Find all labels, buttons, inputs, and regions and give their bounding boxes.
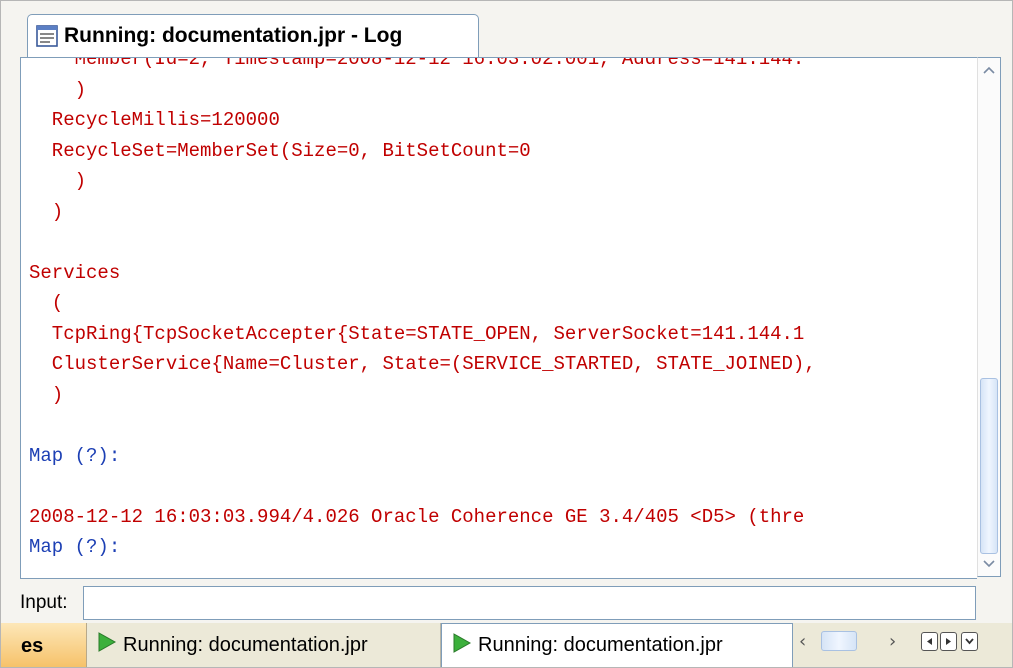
log-line: RecycleMillis=120000 <box>29 109 280 131</box>
tab-log[interactable]: Running: documentation.jpr - Log <box>27 14 479 57</box>
tab-running-1-label: Running: documentation.jpr <box>123 633 368 656</box>
log-line: Member(Id=2, Timestamp=2008-12-12 16:03:… <box>29 57 805 70</box>
tab-running-2-label: Running: documentation.jpr <box>478 634 723 656</box>
tab-nav-right-icon[interactable] <box>940 632 957 651</box>
log-line: ) <box>29 383 64 406</box>
vertical-scroll-thumb[interactable] <box>980 378 998 554</box>
log-line: ) <box>29 200 64 223</box>
tab-partial[interactable]: es <box>1 623 87 667</box>
log-document-icon <box>36 24 60 48</box>
scroll-down-icon[interactable] <box>978 552 1000 576</box>
tab-list-dropdown-icon[interactable] <box>961 632 978 651</box>
log-line: Map (?): <box>29 444 121 467</box>
input-label: Input: <box>20 592 68 613</box>
tab-running-1[interactable]: Running: documentation.jpr <box>87 623 441 667</box>
log-line: TcpRing{TcpSocketAccepter{State=STATE_OP… <box>29 322 805 345</box>
log-line: ) <box>29 78 87 101</box>
input-row: Input: <box>1 586 1012 622</box>
scroll-right-icon[interactable]: › <box>889 631 896 652</box>
log-line: Map (?): <box>29 536 121 558</box>
log-line: Services <box>29 261 121 284</box>
run-arrow-icon <box>97 631 117 659</box>
run-arrow-icon <box>452 632 472 660</box>
log-line: ClusterService{Name=Cluster, State=(SERV… <box>29 353 816 375</box>
bottom-tab-bar: es Running: documentation.jpr Running: d… <box>1 623 1012 667</box>
log-line: ( <box>29 292 64 314</box>
vertical-scrollbar[interactable] <box>977 57 1001 577</box>
log-lines: Member(Id=2, Timestamp=2008-12-12 16:03:… <box>21 57 977 563</box>
tab-running-2[interactable]: Running: documentation.jpr <box>441 623 793 667</box>
log-output[interactable]: Member(Id=2, Timestamp=2008-12-12 16:03:… <box>20 57 977 579</box>
tab-nav-left-icon[interactable] <box>921 632 938 651</box>
log-line: 2008-12-12 16:03:03.994/4.026 Oracle Coh… <box>29 505 805 528</box>
log-line: ) <box>29 170 87 192</box>
log-window: Running: documentation.jpr - Log Member(… <box>0 0 1013 668</box>
horizontal-scroll-thumb[interactable] <box>821 631 857 651</box>
scroll-up-icon[interactable] <box>978 58 1000 82</box>
input-field[interactable] <box>83 586 976 620</box>
tab-bar: Running: documentation.jpr - Log <box>1 1 1012 58</box>
scroll-left-icon[interactable]: ‹ <box>799 631 806 652</box>
tab-scroll-controls: ‹ › <box>793 623 1012 667</box>
tab-title: Running: documentation.jpr - Log <box>64 24 403 47</box>
log-line: RecycleSet=MemberSet(Size=0, BitSetCount… <box>29 139 531 162</box>
